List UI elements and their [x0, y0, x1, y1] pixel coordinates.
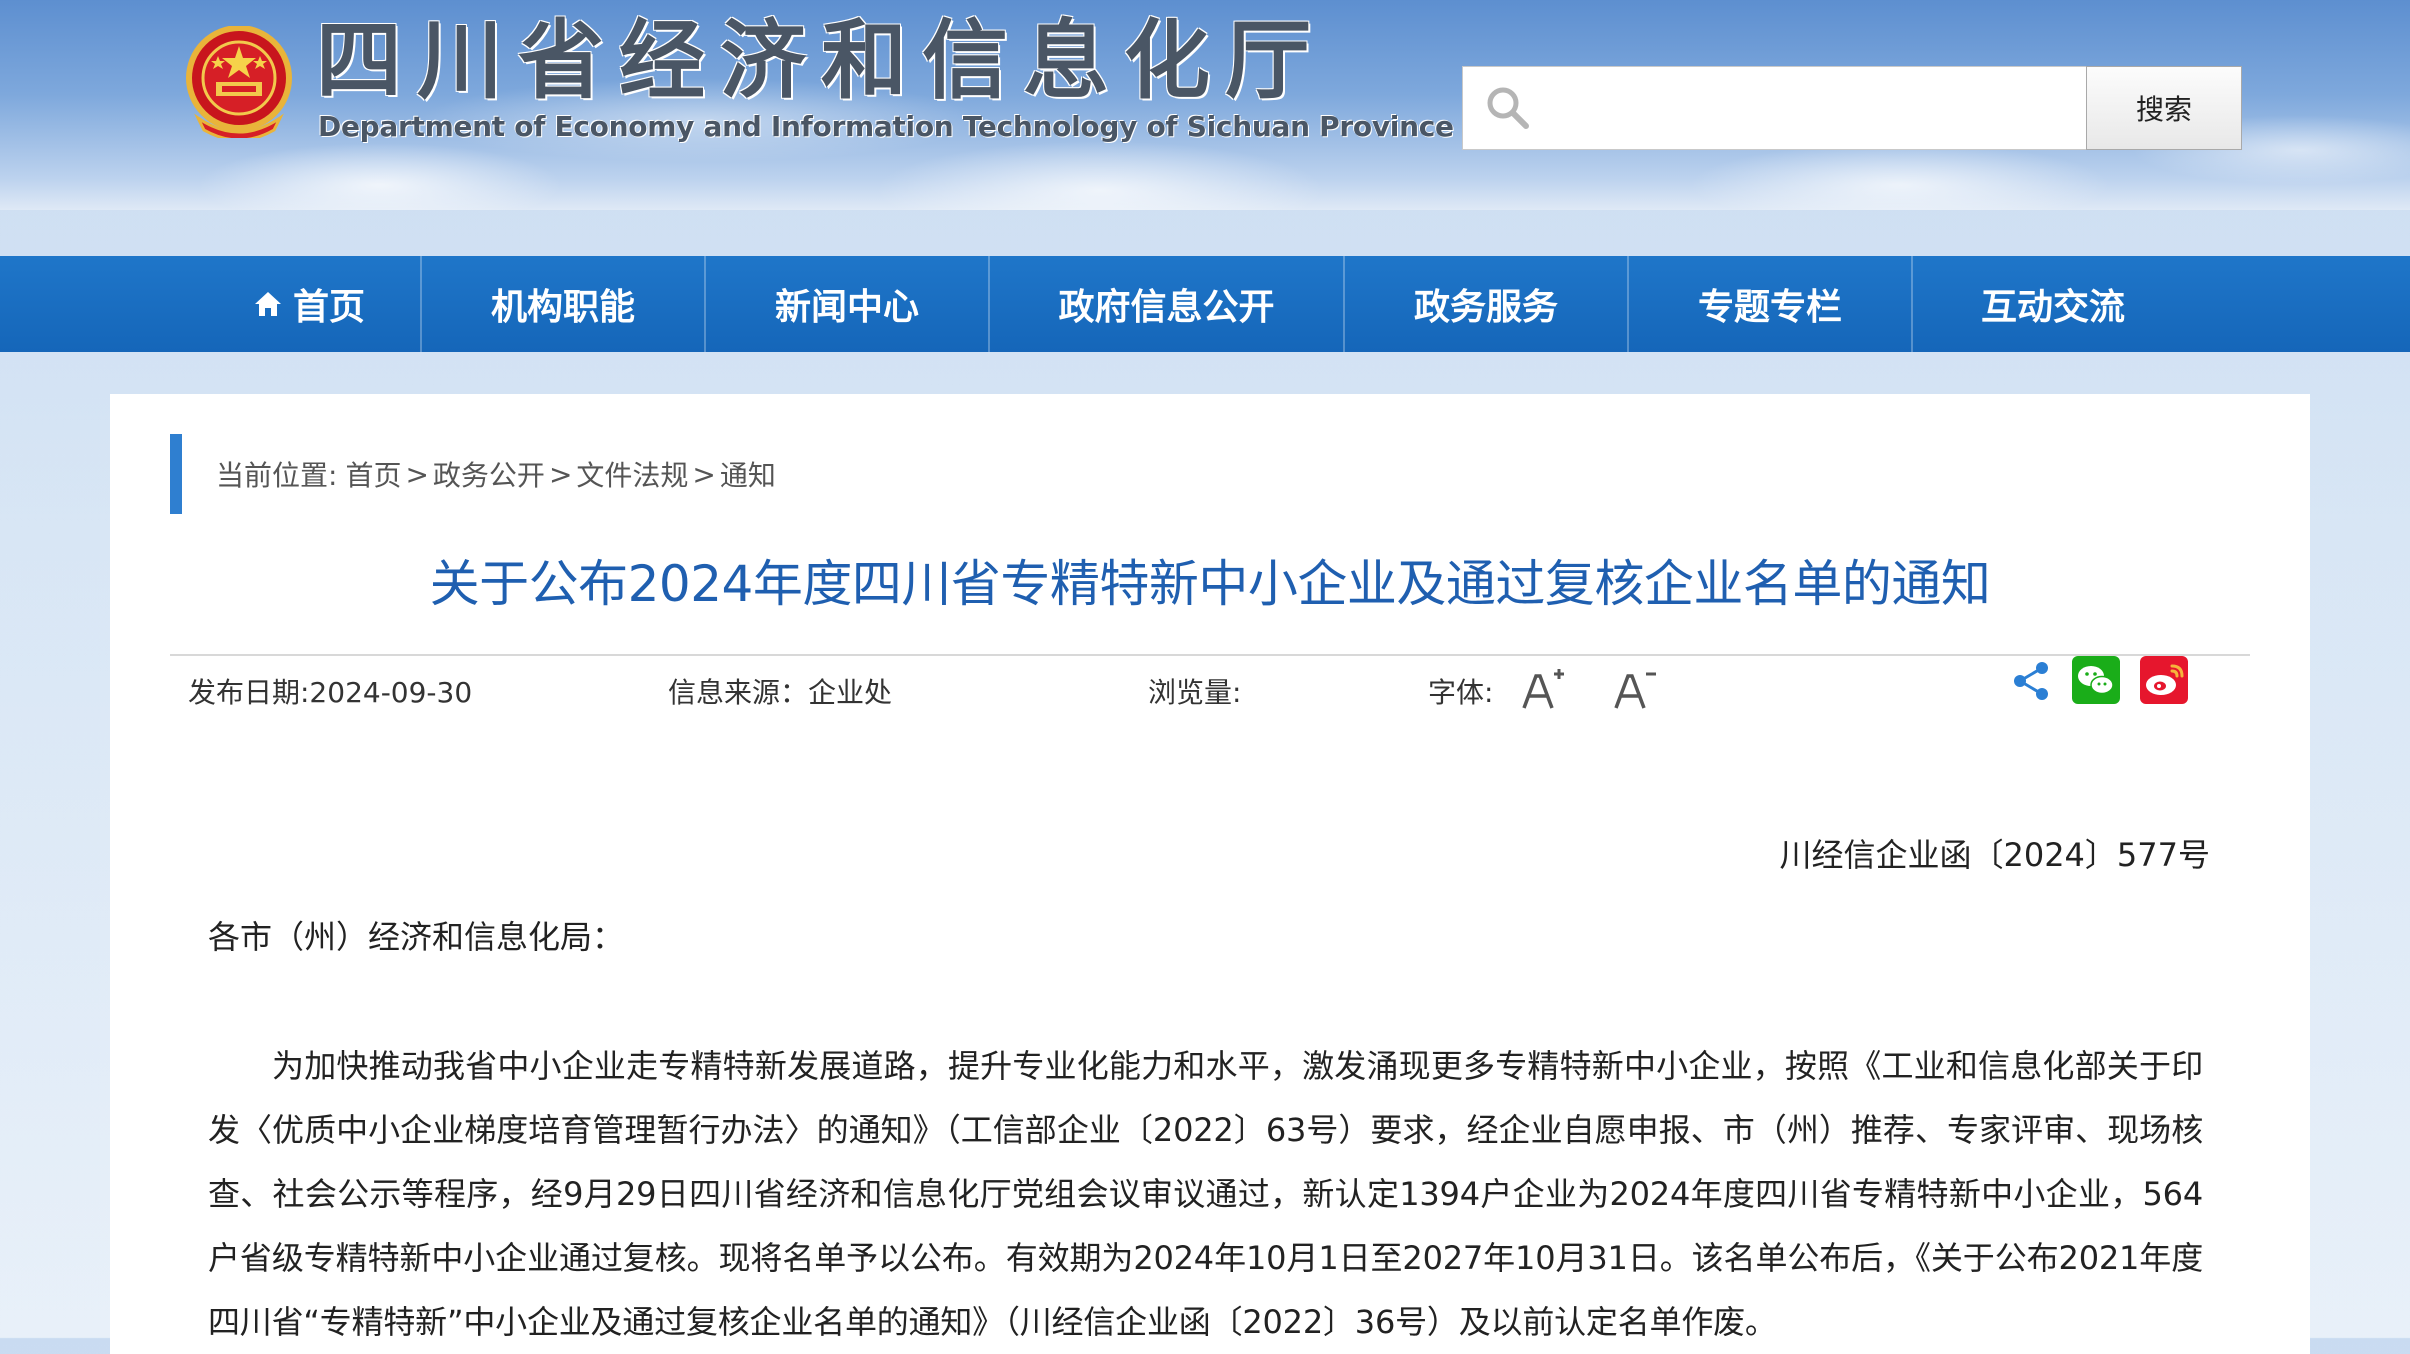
- article-card: 当前位置: 首页 > 政务公开 > 文件法规 > 通知 关于公布2024年度四川…: [110, 394, 2310, 1354]
- search-button[interactable]: 搜索: [2086, 66, 2242, 150]
- nav-item-news-center[interactable]: 新闻中心: [706, 256, 990, 352]
- view-count: 浏览量:: [1148, 676, 1242, 709]
- nav-item-gov-services[interactable]: 政务服务: [1345, 256, 1629, 352]
- breadcrumb-separator: >: [405, 457, 429, 491]
- search-icon: [1487, 87, 1529, 129]
- salutation: 各市（州）经济和信息化局：: [208, 918, 625, 956]
- weibo-icon[interactable]: [2140, 656, 2188, 704]
- breadcrumb-item-home[interactable]: 首页: [345, 454, 401, 494]
- breadcrumb-item-documents[interactable]: 文件法规: [576, 454, 688, 494]
- article-title: 关于公布2024年度四川省专精特新中小企业及通过复核企业名单的通知: [429, 555, 1991, 613]
- info-source: 信息来源：企业处: [668, 676, 893, 709]
- wechat-icon[interactable]: [2072, 656, 2120, 704]
- article-body-paragraph: 为加快推动我省中小企业走专精特新发展道路，提升专业化能力和水平，激发涌现更多专精…: [208, 1047, 2203, 1341]
- breadcrumb-prefix: 当前位置:: [216, 459, 338, 492]
- nav-item-interaction[interactable]: 互动交流: [1913, 256, 2193, 352]
- nav-item-home[interactable]: 首页: [198, 256, 422, 352]
- nav-item-gov-info-disclosure[interactable]: 政府信息公开: [990, 256, 1345, 352]
- breadcrumb-separator: >: [692, 457, 716, 491]
- font-size-label: 字体:: [1428, 676, 1494, 709]
- site-header: 四川省经济和信息化厅 Department of Economy and Inf…: [0, 0, 2410, 210]
- breadcrumb-item-notice[interactable]: 通知: [720, 454, 776, 494]
- search-box: [1462, 66, 2087, 151]
- site-title: 四川省经济和信息化厅: [316, 11, 1326, 111]
- national-emblem-icon: [186, 26, 292, 138]
- publish-date: 发布日期:2024-09-30: [188, 676, 473, 709]
- home-icon: [254, 292, 281, 316]
- nav-item-label: 首页: [292, 287, 365, 328]
- main-nav: 首页 机构职能 新闻中心 政府信息公开 政务服务 专题专栏 互动交流: [0, 256, 2410, 352]
- search-input[interactable]: [1543, 67, 2077, 151]
- title-divider: [170, 654, 2250, 656]
- breadcrumb-item-gov-affairs[interactable]: 政务公开: [433, 454, 545, 494]
- font-decrease-icon[interactable]: [1610, 664, 1660, 714]
- site-subtitle: Department of Economy and Information Te…: [318, 110, 1454, 143]
- font-increase-icon[interactable]: [1518, 664, 1568, 714]
- breadcrumb-separator: >: [548, 457, 573, 491]
- document-number: 川经信企业函〔2024〕577号: [1779, 836, 2210, 874]
- nav-item-org-functions[interactable]: 机构职能: [422, 256, 706, 352]
- nav-item-special-topics[interactable]: 专题专栏: [1629, 256, 1913, 352]
- breadcrumb: 当前位置: 首页 > 政务公开 > 文件法规 > 通知: [170, 434, 776, 514]
- share-icon[interactable]: [2010, 660, 2052, 702]
